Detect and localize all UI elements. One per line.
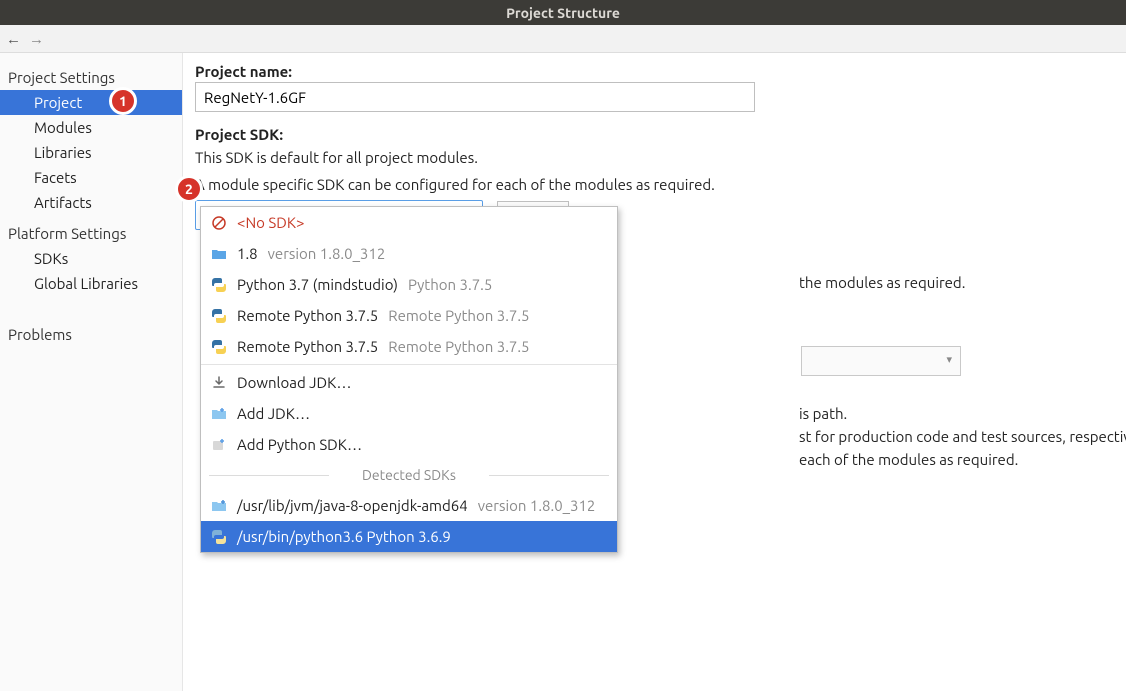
annotation-badge-2: 2	[175, 175, 203, 203]
sdk-option-remote1-name: Remote Python 3.7.5	[237, 307, 378, 324]
detected-sdks-header: Detected SDKs	[201, 460, 617, 490]
bg-text-eachreq: each of the modules as required.	[799, 451, 1018, 468]
section-platform-settings: Platform Settings	[0, 221, 182, 246]
back-arrow-icon[interactable]: ←	[6, 30, 21, 48]
sidebar-item-modules[interactable]: Modules	[0, 115, 182, 140]
java-folder-icon	[211, 246, 227, 262]
sdk-option-nosdk[interactable]: <No SDK>	[201, 207, 617, 238]
java-add-icon	[211, 498, 227, 514]
sdk-action-download-jdk[interactable]: Download JDK…	[201, 367, 617, 398]
bg-text-modules-req: the modules as required.	[799, 274, 965, 291]
sdk-option-remote2-ver: Remote Python 3.7.5	[388, 338, 529, 355]
bg-text-ispath: is path.	[799, 405, 847, 422]
project-sdk-desc-2: A module specific SDK can be configured …	[195, 174, 1102, 197]
download-icon	[211, 375, 227, 391]
sdk-action-add-jdk-label: Add JDK…	[237, 405, 310, 422]
forward-arrow-icon: →	[29, 30, 44, 48]
sidebar-item-libraries[interactable]: Libraries	[0, 140, 182, 165]
detected-sdk-python36[interactable]: /usr/bin/python3.6 Python 3.6.9	[201, 521, 617, 552]
project-name-input[interactable]	[195, 82, 755, 112]
detected-sdk-python36-name: /usr/bin/python3.6 Python 3.6.9	[237, 528, 451, 545]
no-sdk-icon	[211, 215, 227, 231]
detected-sdk-java8-ver: version 1.8.0_312	[478, 497, 596, 514]
sidebar-item-facets[interactable]: Facets	[0, 165, 182, 190]
annotation-badge-1: 1	[109, 87, 137, 115]
detected-sdk-java8[interactable]: /usr/lib/jvm/java-8-openjdk-amd64 versio…	[201, 490, 617, 521]
sdk-option-remote2[interactable]: Remote Python 3.7.5 Remote Python 3.7.5	[201, 331, 617, 362]
sdk-option-java18-ver: version 1.8.0_312	[268, 245, 386, 262]
sdk-action-add-python-label: Add Python SDK…	[237, 436, 362, 453]
sidebar-item-sdks[interactable]: SDKs	[0, 246, 182, 271]
bg-text-prodtest: st for production code and test sources,…	[799, 428, 1126, 445]
sdk-dropdown: <No SDK> 1.8 version 1.8.0_312 Python 3.…	[200, 206, 618, 553]
sdk-option-java18[interactable]: 1.8 version 1.8.0_312	[201, 238, 617, 269]
project-name-label: Project name:	[195, 63, 1102, 80]
python-icon	[211, 339, 227, 355]
sdk-option-remote1[interactable]: Remote Python 3.7.5 Remote Python 3.7.5	[201, 300, 617, 331]
sdk-option-py37[interactable]: Python 3.7 (mindstudio) Python 3.7.5	[201, 269, 617, 300]
python-add-icon	[211, 529, 227, 545]
add-python-icon	[211, 437, 227, 453]
sdk-action-download-jdk-label: Download JDK…	[237, 374, 352, 391]
sdk-option-remote2-name: Remote Python 3.7.5	[237, 338, 378, 355]
sdk-option-nosdk-label: <No SDK>	[237, 214, 304, 231]
python-icon	[211, 277, 227, 293]
project-sdk-label: Project SDK:	[195, 126, 1102, 143]
sdk-option-py37-ver: Python 3.7.5	[408, 276, 492, 293]
window-title: Project Structure	[0, 0, 1126, 25]
sidebar: Project Settings Project Modules Librari…	[0, 53, 183, 691]
nav-toolbar: ← →	[0, 25, 1126, 53]
project-sdk-desc-1: This SDK is default for all project modu…	[195, 147, 1102, 170]
detected-sdk-java8-name: /usr/lib/jvm/java-8-openjdk-amd64	[237, 497, 468, 514]
language-level-combo[interactable]	[801, 346, 961, 376]
sidebar-item-project[interactable]: Project	[0, 90, 182, 115]
sidebar-item-artifacts[interactable]: Artifacts	[0, 190, 182, 215]
sdk-action-add-python[interactable]: Add Python SDK…	[201, 429, 617, 460]
dropdown-divider	[201, 364, 617, 365]
sdk-option-remote1-ver: Remote Python 3.7.5	[388, 307, 529, 324]
section-project-settings: Project Settings	[0, 65, 182, 90]
sidebar-item-problems[interactable]: Problems	[0, 322, 182, 347]
sdk-option-py37-name: Python 3.7 (mindstudio)	[237, 276, 398, 293]
sdk-option-java18-name: 1.8	[237, 245, 258, 262]
sidebar-item-global-libraries[interactable]: Global Libraries	[0, 271, 182, 296]
add-jdk-icon	[211, 406, 227, 422]
sdk-action-add-jdk[interactable]: Add JDK…	[201, 398, 617, 429]
python-icon	[211, 308, 227, 324]
